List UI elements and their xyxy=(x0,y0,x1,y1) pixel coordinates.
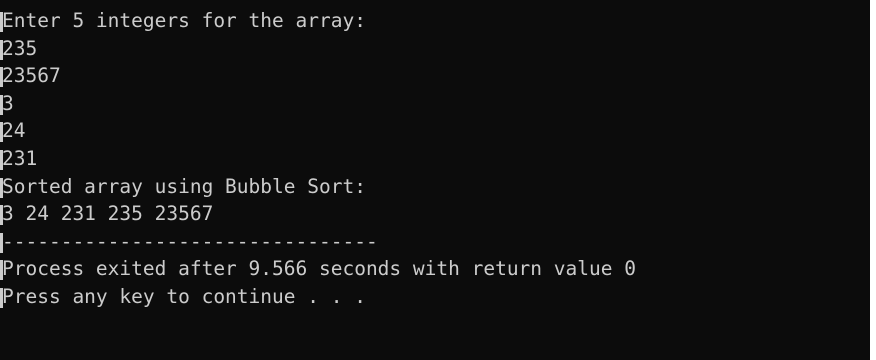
line-marker xyxy=(0,287,3,308)
input-value: 23567 xyxy=(2,64,61,88)
input-line: 23567 xyxy=(0,62,876,90)
exit-status: Process exited after 9.566 seconds with … xyxy=(2,257,636,281)
line-marker xyxy=(0,39,3,60)
exit-status-line: Process exited after 9.566 seconds with … xyxy=(0,255,876,283)
input-value: 231 xyxy=(2,146,38,170)
sorted-result: 3 24 231 235 23567 xyxy=(2,202,214,226)
line-marker xyxy=(0,260,3,281)
sorted-result-line: 3 24 231 235 23567 xyxy=(0,200,876,228)
output-heading-line: Sorted array using Bubble Sort: xyxy=(0,173,876,201)
output-heading: Sorted array using Bubble Sort: xyxy=(2,174,366,198)
prompt-line: Enter 5 integers for the array: xyxy=(0,7,876,35)
line-marker xyxy=(0,177,3,198)
line-marker xyxy=(0,122,3,143)
window-edge xyxy=(870,0,876,360)
input-value: 3 xyxy=(2,91,14,115)
separator-line: -------------------------------- xyxy=(0,228,876,256)
line-marker xyxy=(0,94,3,115)
line-marker xyxy=(0,205,3,226)
input-line: 231 xyxy=(0,145,876,173)
console-window[interactable]: Enter 5 integers for the array: 235 2356… xyxy=(0,0,876,360)
input-line: 24 xyxy=(0,117,876,145)
line-marker xyxy=(0,149,3,170)
line-marker xyxy=(0,12,3,32)
line-marker xyxy=(0,67,3,88)
input-line: 3 xyxy=(0,90,876,118)
prompt-text: Enter 5 integers for the array: xyxy=(2,9,366,32)
line-marker xyxy=(0,232,3,253)
input-value: 24 xyxy=(2,119,26,143)
continue-prompt: Press any key to continue . . . xyxy=(2,284,366,308)
continue-prompt-line: Press any key to continue . . . xyxy=(0,283,876,311)
input-line: 235 xyxy=(0,35,876,63)
input-value: 235 xyxy=(2,36,38,60)
separator: -------------------------------- xyxy=(2,229,378,253)
